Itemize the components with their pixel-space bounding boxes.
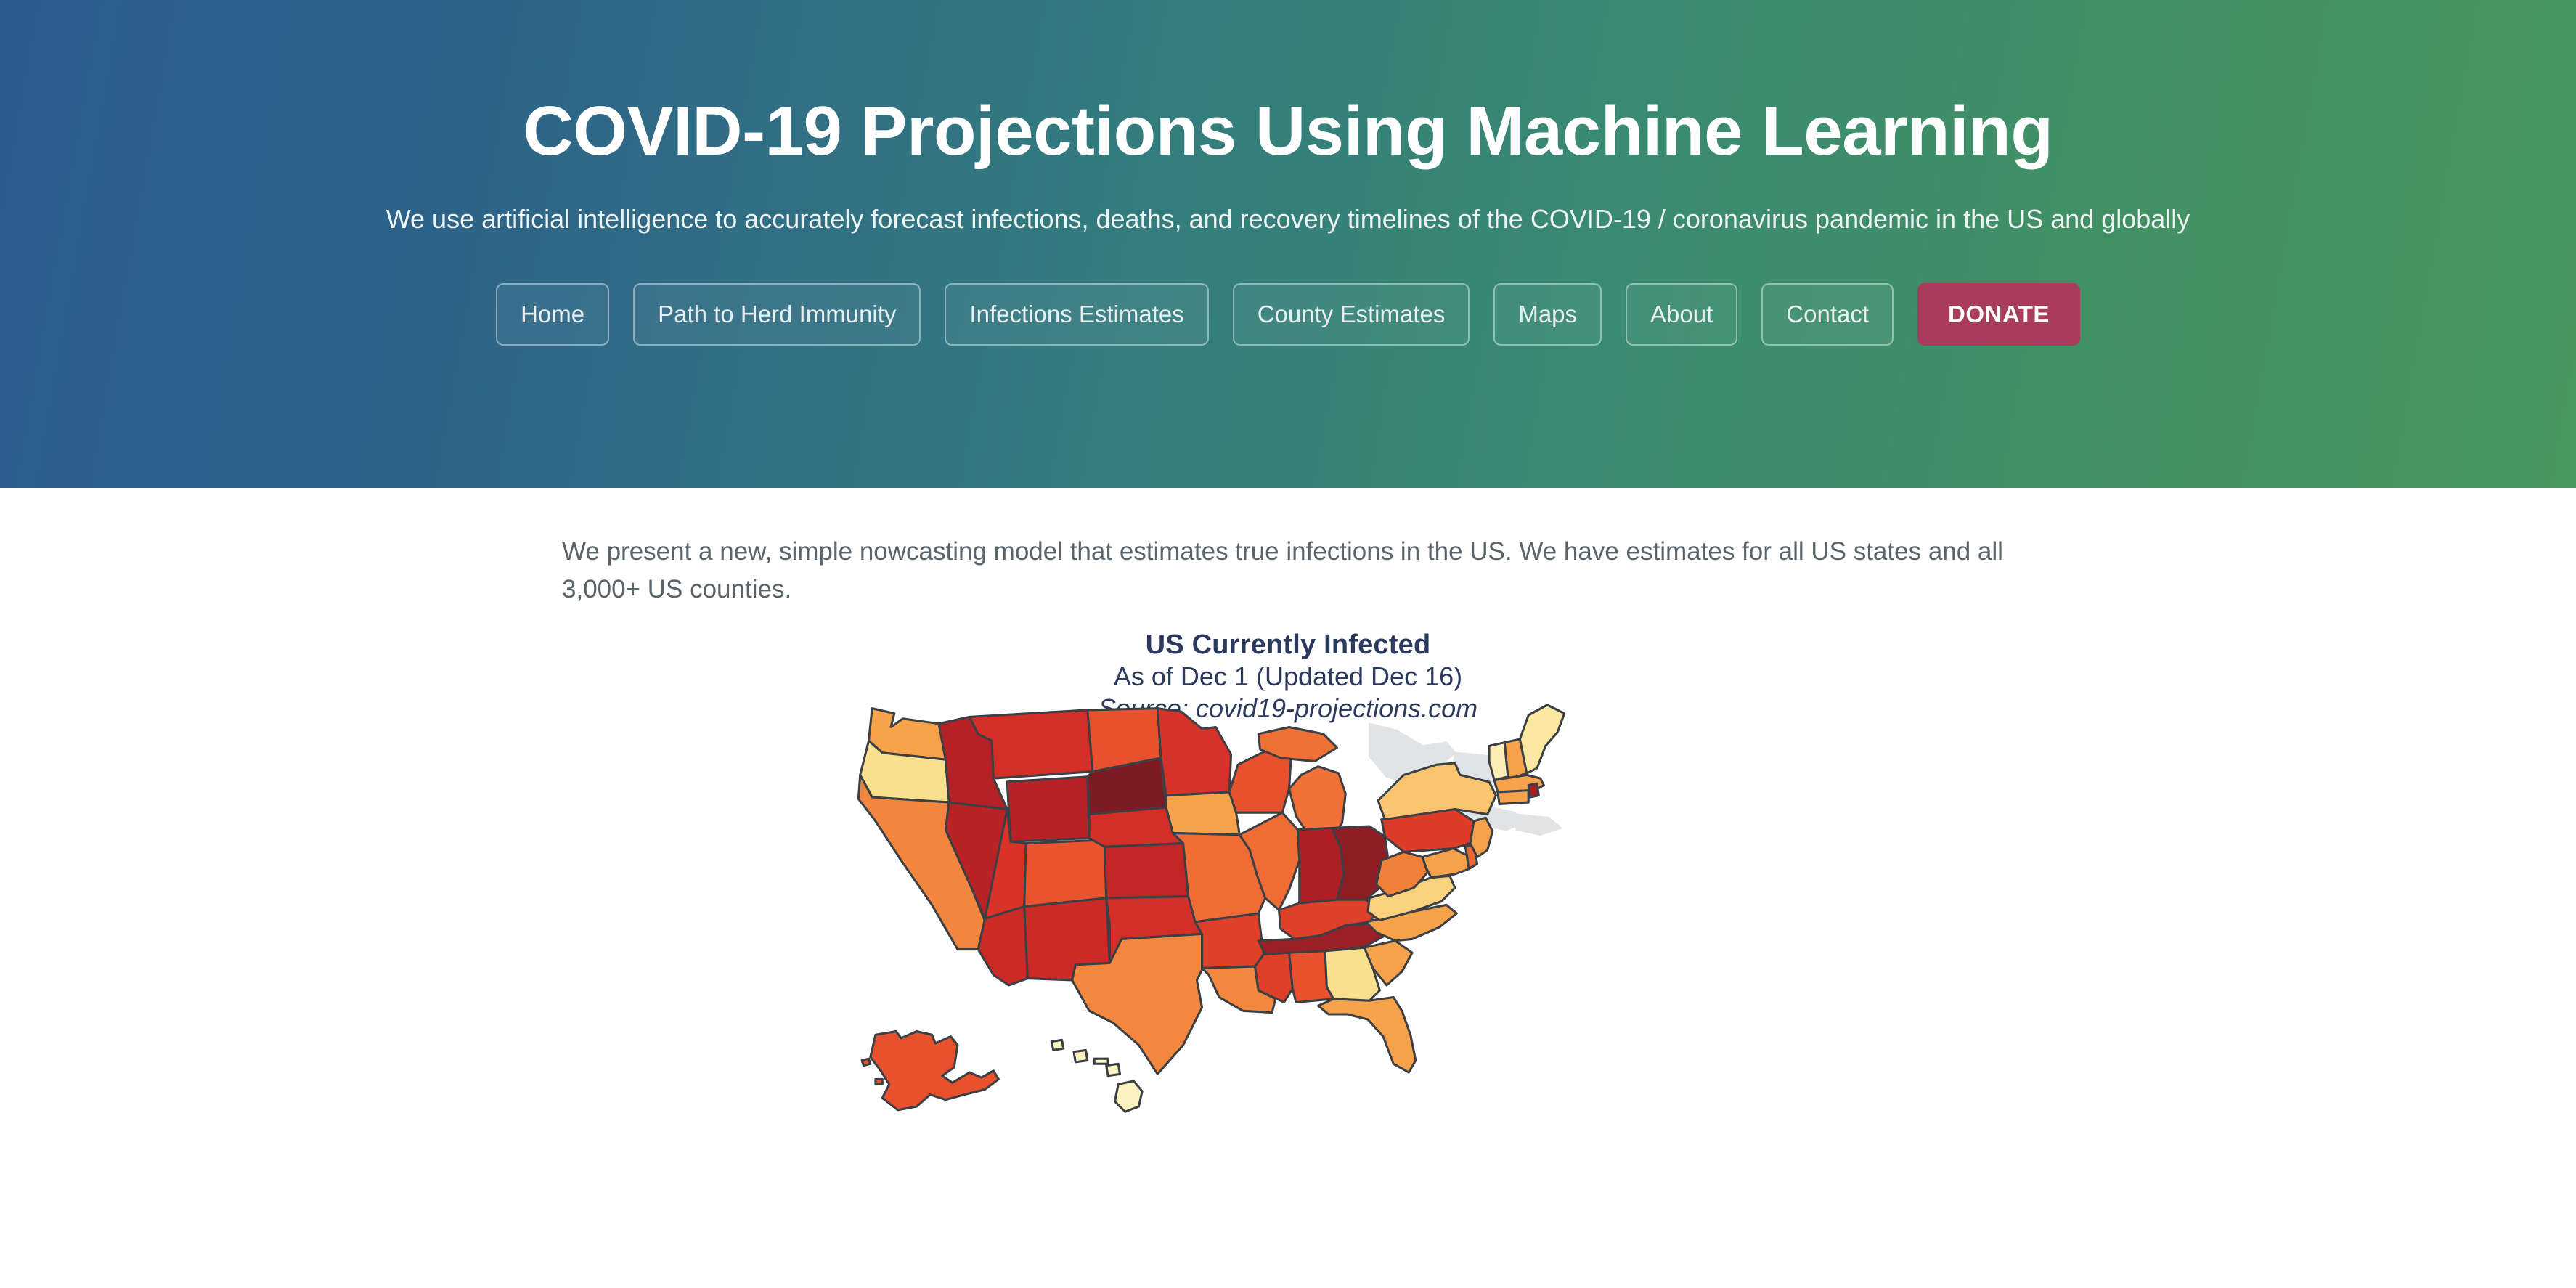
page-title: COVID-19 Projections Using Machine Learn…	[523, 92, 2053, 170]
state-RI[interactable]	[1527, 782, 1540, 799]
nav-item-contact[interactable]: Contact	[1761, 283, 1894, 346]
intro-paragraph: We present a new, simple nowcasting mode…	[562, 537, 2003, 603]
state-FL[interactable]	[1317, 995, 1417, 1074]
map-title: US Currently Infected	[1145, 629, 1431, 660]
state-HI-kauai[interactable]	[1050, 1038, 1065, 1051]
state-WY[interactable]	[1006, 775, 1091, 843]
state-AZ[interactable]	[977, 905, 1029, 987]
state-AK[interactable]	[869, 1030, 1000, 1111]
state-ME[interactable]	[1518, 703, 1566, 775]
state-HI-oahu[interactable]	[1072, 1048, 1089, 1064]
state-HI-molokai[interactable]	[1093, 1057, 1109, 1065]
state-IA[interactable]	[1165, 791, 1241, 836]
state-AK-aleutian-2	[874, 1077, 884, 1085]
state-HI-maui[interactable]	[1105, 1062, 1122, 1077]
choropleth-map[interactable]	[857, 693, 1677, 1172]
main-navigation: Home Path to Herd Immunity Infections Es…	[0, 283, 2576, 346]
map-subtitle: As of Dec 1 (Updated Dec 16)	[1113, 661, 1463, 692]
nav-item-county-estimates[interactable]: County Estimates	[1232, 283, 1470, 346]
nav-item-path-to-herd-immunity[interactable]: Path to Herd Immunity	[633, 283, 921, 346]
state-CO[interactable]	[1023, 838, 1108, 908]
nav-item-about[interactable]: About	[1626, 283, 1738, 346]
state-MN[interactable]	[1156, 706, 1233, 796]
main-content: We present a new, simple nowcasting mode…	[0, 488, 2576, 1202]
site-header-banner: COVID-19 Projections Using Machine Learn…	[0, 0, 2576, 488]
nav-item-infections-estimates[interactable]: Infections Estimates	[945, 283, 1209, 346]
state-MD[interactable]	[1421, 847, 1470, 879]
state-CT[interactable]	[1496, 788, 1530, 805]
donate-button[interactable]: DONATE	[1917, 283, 2080, 346]
nav-item-home[interactable]: Home	[496, 283, 610, 346]
page-subtitle: We use artificial intelligence to accura…	[386, 203, 2190, 234]
state-AR[interactable]	[1194, 912, 1265, 969]
us-infection-map-figure: US Currently Infected As of Dec 1 (Updat…	[0, 629, 2576, 1202]
nav-item-maps[interactable]: Maps	[1493, 283, 1602, 346]
state-HI-bigisland[interactable]	[1113, 1079, 1144, 1113]
intro-section: We present a new, simple nowcasting mode…	[562, 488, 2014, 608]
state-AK-aleutian-1	[860, 1057, 872, 1067]
state-NJ[interactable]	[1469, 816, 1494, 858]
state-KS[interactable]	[1103, 841, 1190, 900]
